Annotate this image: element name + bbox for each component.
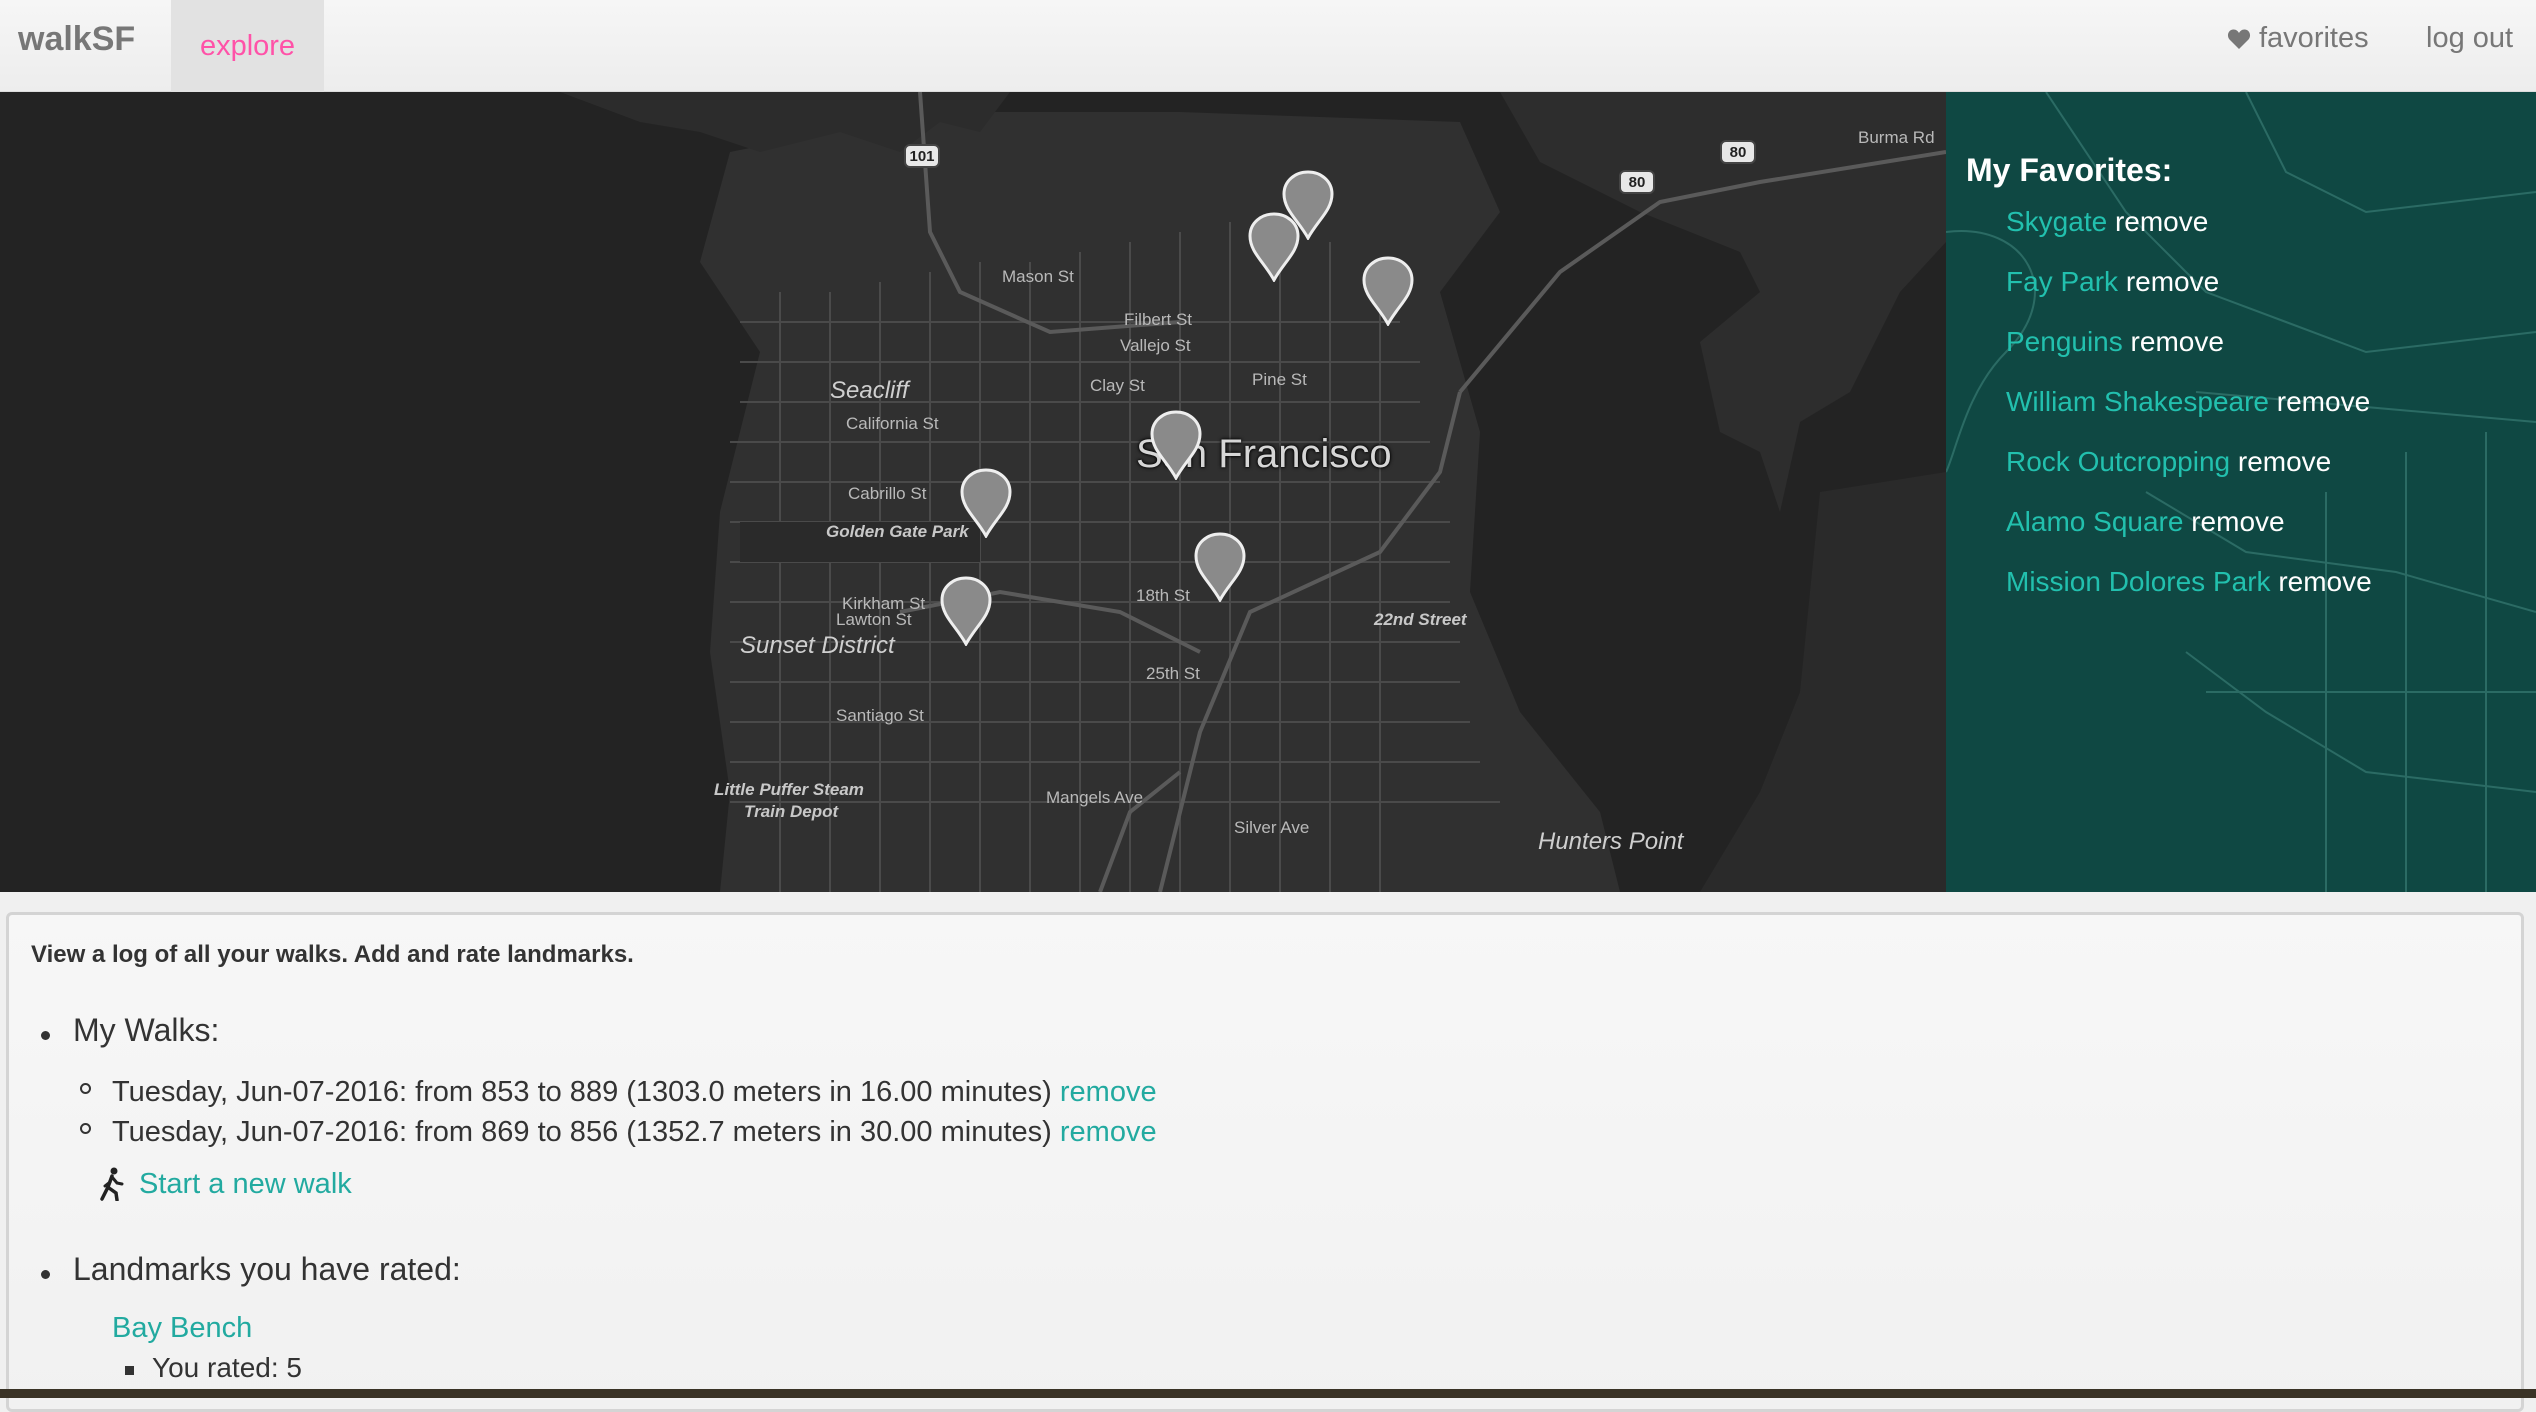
highway-80-shield: 80 — [1619, 170, 1655, 194]
start-new-walk-label: Start a new walk — [139, 1167, 352, 1200]
nav-logout-link[interactable]: log out — [2426, 22, 2513, 55]
walk-row: Tuesday, Jun-07-2016: from 869 to 856 (1… — [112, 1116, 1157, 1149]
highway-80-shield: 80 — [1720, 140, 1756, 164]
favorite-link[interactable]: Penguins — [2006, 326, 2123, 357]
list-bullet — [125, 1366, 134, 1375]
nav-favorites-label: favorites — [2259, 22, 2369, 54]
favorite-link[interactable]: William Shakespeare — [2006, 386, 2269, 417]
map-view[interactable]: 101 80 80 San Francisco Seacliff Sunset … — [0, 92, 1946, 892]
map-label-22nd-street: 22nd Street — [1374, 610, 1467, 629]
favorite-link[interactable]: Alamo Square — [2006, 506, 2183, 537]
favorites-panel: My Favorites: Skygate remove Fay Park re… — [1946, 92, 2536, 892]
favorite-remove-button[interactable]: remove — [2278, 566, 2371, 597]
walk-remove-button[interactable]: remove — [1060, 1116, 1157, 1148]
nav-explore-label: explore — [199, 29, 296, 62]
map-label-pine-st: Pine St — [1252, 370, 1307, 389]
landmark-link[interactable]: Bay Bench — [112, 1312, 252, 1345]
map-label-silver-ave: Silver Ave — [1234, 818, 1310, 837]
start-new-walk-link[interactable]: Start a new walk — [99, 1167, 352, 1201]
map-pin-icon[interactable] — [940, 576, 992, 646]
brand-logo[interactable]: walkSF — [18, 20, 135, 59]
map-label-puffer-line2: Train Depot — [744, 802, 839, 821]
map-label-california-st: California St — [846, 414, 939, 433]
favorites-title: My Favorites: — [1966, 152, 2173, 188]
favorite-link[interactable]: Rock Outcropping — [2006, 446, 2230, 477]
map-pin-icon[interactable] — [1194, 532, 1246, 602]
bottom-edge — [0, 1389, 2536, 1398]
map-label-burma-rd: Burma Rd — [1858, 128, 1935, 147]
favorites-list: Skygate remove Fay Park remove Penguins … — [2006, 206, 2372, 626]
heart-icon — [2227, 28, 2251, 49]
nav-explore-tab[interactable]: explore — [171, 0, 324, 92]
favorite-item: Skygate remove — [2006, 206, 2372, 266]
favorite-item: Penguins remove — [2006, 326, 2372, 386]
favorite-link[interactable]: Mission Dolores Park — [2006, 566, 2271, 597]
walk-description: Tuesday, Jun-07-2016: from 869 to 856 (1… — [112, 1116, 1052, 1148]
favorite-link[interactable]: Fay Park — [2006, 266, 2118, 297]
map-label-25th-st: 25th St — [1146, 664, 1200, 683]
list-bullet — [41, 1031, 50, 1040]
map-label-puffer-line1: Little Puffer Steam — [714, 780, 864, 799]
map-label-santiago-st: Santiago St — [836, 706, 924, 725]
favorite-link[interactable]: Skygate — [2006, 206, 2107, 237]
list-bullet — [41, 1270, 50, 1279]
rated-landmarks-heading: Landmarks you have rated: — [73, 1251, 461, 1287]
map-label-filbert-st: Filbert St — [1124, 310, 1193, 329]
walk-row: Tuesday, Jun-07-2016: from 853 to 889 (1… — [112, 1076, 1157, 1109]
map-label-sunset-district: Sunset District — [740, 632, 895, 659]
walk-remove-button[interactable]: remove — [1060, 1076, 1157, 1108]
map-label-seacliff: Seacliff — [830, 377, 909, 404]
intro-text: View a log of all your walks. Add and ra… — [31, 941, 634, 968]
map-pin-icon[interactable] — [1248, 212, 1300, 282]
map-label-mason-st: Mason St — [1002, 267, 1074, 286]
nav-favorites-link[interactable]: favorites — [2227, 22, 2369, 55]
map-label-clay-st: Clay St — [1090, 376, 1145, 395]
map-label-18th-st: 18th St — [1136, 586, 1190, 605]
favorite-item: Fay Park remove — [2006, 266, 2372, 326]
map-label-mangels-ave: Mangels Ave — [1046, 788, 1144, 807]
highway-101-shield: 101 — [904, 144, 940, 168]
map-label-cabrillo-st: Cabrillo St — [848, 484, 927, 503]
landmark-rating: You rated: 5 — [152, 1352, 302, 1383]
map-pin-icon[interactable] — [1362, 256, 1414, 326]
favorite-item: William Shakespeare remove — [2006, 386, 2372, 446]
map-label-vallejo-st: Vallejo St — [1120, 336, 1191, 355]
walks-panel: View a log of all your walks. Add and ra… — [6, 912, 2524, 1412]
list-bullet — [80, 1083, 91, 1094]
favorite-remove-button[interactable]: remove — [2115, 206, 2208, 237]
favorite-remove-button[interactable]: remove — [2131, 326, 2224, 357]
map-pin-icon[interactable] — [1150, 410, 1202, 480]
walking-person-icon — [100, 1167, 124, 1201]
favorite-item: Mission Dolores Park remove — [2006, 566, 2372, 626]
my-walks-heading: My Walks: — [73, 1012, 220, 1048]
list-bullet — [80, 1123, 91, 1134]
favorite-item: Alamo Square remove — [2006, 506, 2372, 566]
favorite-remove-button[interactable]: remove — [2277, 386, 2370, 417]
favorite-remove-button[interactable]: remove — [2191, 506, 2284, 537]
top-navbar: walkSF explore favorites log out — [0, 0, 2536, 92]
favorite-remove-button[interactable]: remove — [2238, 446, 2331, 477]
map-label-lawton-st: Lawton St — [836, 610, 912, 629]
favorite-item: Rock Outcropping remove — [2006, 446, 2372, 506]
map-label-golden-gate-park: Golden Gate Park — [826, 522, 969, 541]
walk-description: Tuesday, Jun-07-2016: from 853 to 889 (1… — [112, 1076, 1052, 1108]
map-pin-icon[interactable] — [960, 468, 1012, 538]
map-label-hunters-point: Hunters Point — [1538, 828, 1684, 855]
favorite-remove-button[interactable]: remove — [2126, 266, 2219, 297]
